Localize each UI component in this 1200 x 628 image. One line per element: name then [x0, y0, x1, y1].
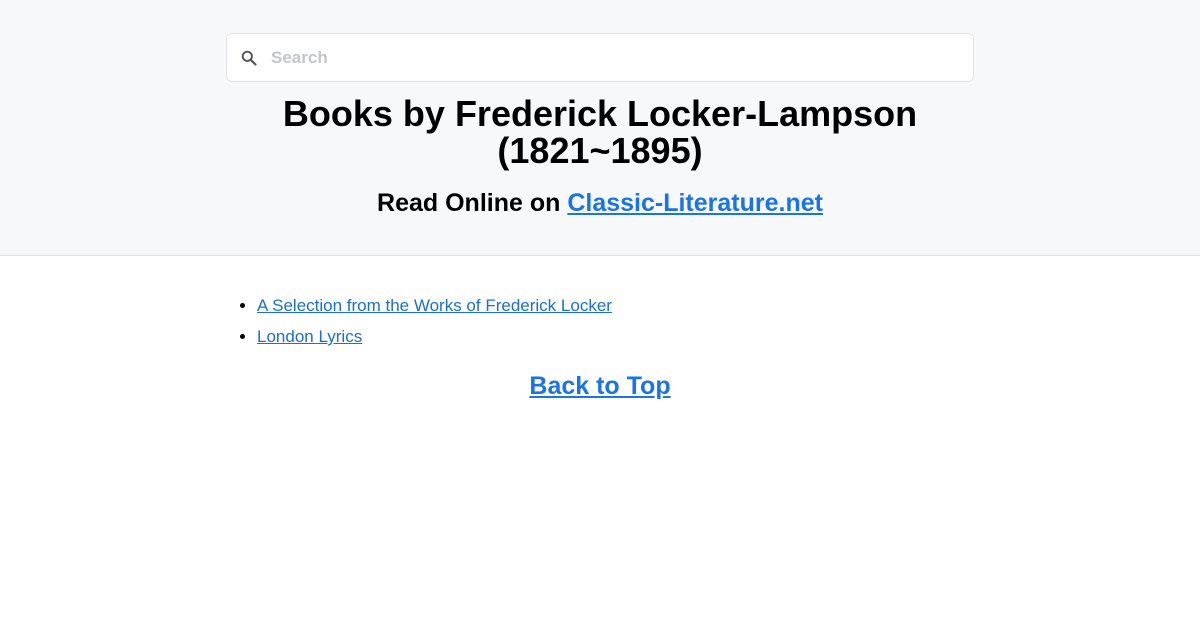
subtitle-prefix: Read Online on: [377, 189, 568, 217]
page-subtitle: Read Online on Classic-Literature.net: [0, 187, 1200, 219]
back-to-top: Back to Top: [0, 370, 1200, 402]
list-item: London Lyrics: [257, 321, 612, 352]
page-title: Books by Frederick Locker-Lampson (1821~…: [0, 95, 1200, 169]
list-item: A Selection from the Works of Frederick …: [257, 290, 612, 321]
search-box[interactable]: [226, 33, 974, 82]
page-title-line-1: Books by Frederick Locker-Lampson: [282, 93, 918, 134]
search-input[interactable]: [271, 47, 951, 68]
back-to-top-link[interactable]: Back to Top: [529, 372, 670, 400]
book-list: A Selection from the Works of Frederick …: [257, 290, 612, 352]
site-link[interactable]: Classic-Literature.net: [567, 189, 823, 217]
page-title-line-2: (1821~1895): [497, 130, 703, 171]
book-link[interactable]: London Lyrics: [257, 327, 362, 346]
search-icon: [240, 49, 258, 67]
page-header: Books by Frederick Locker-Lampson (1821~…: [0, 0, 1200, 256]
book-link[interactable]: A Selection from the Works of Frederick …: [257, 296, 612, 315]
